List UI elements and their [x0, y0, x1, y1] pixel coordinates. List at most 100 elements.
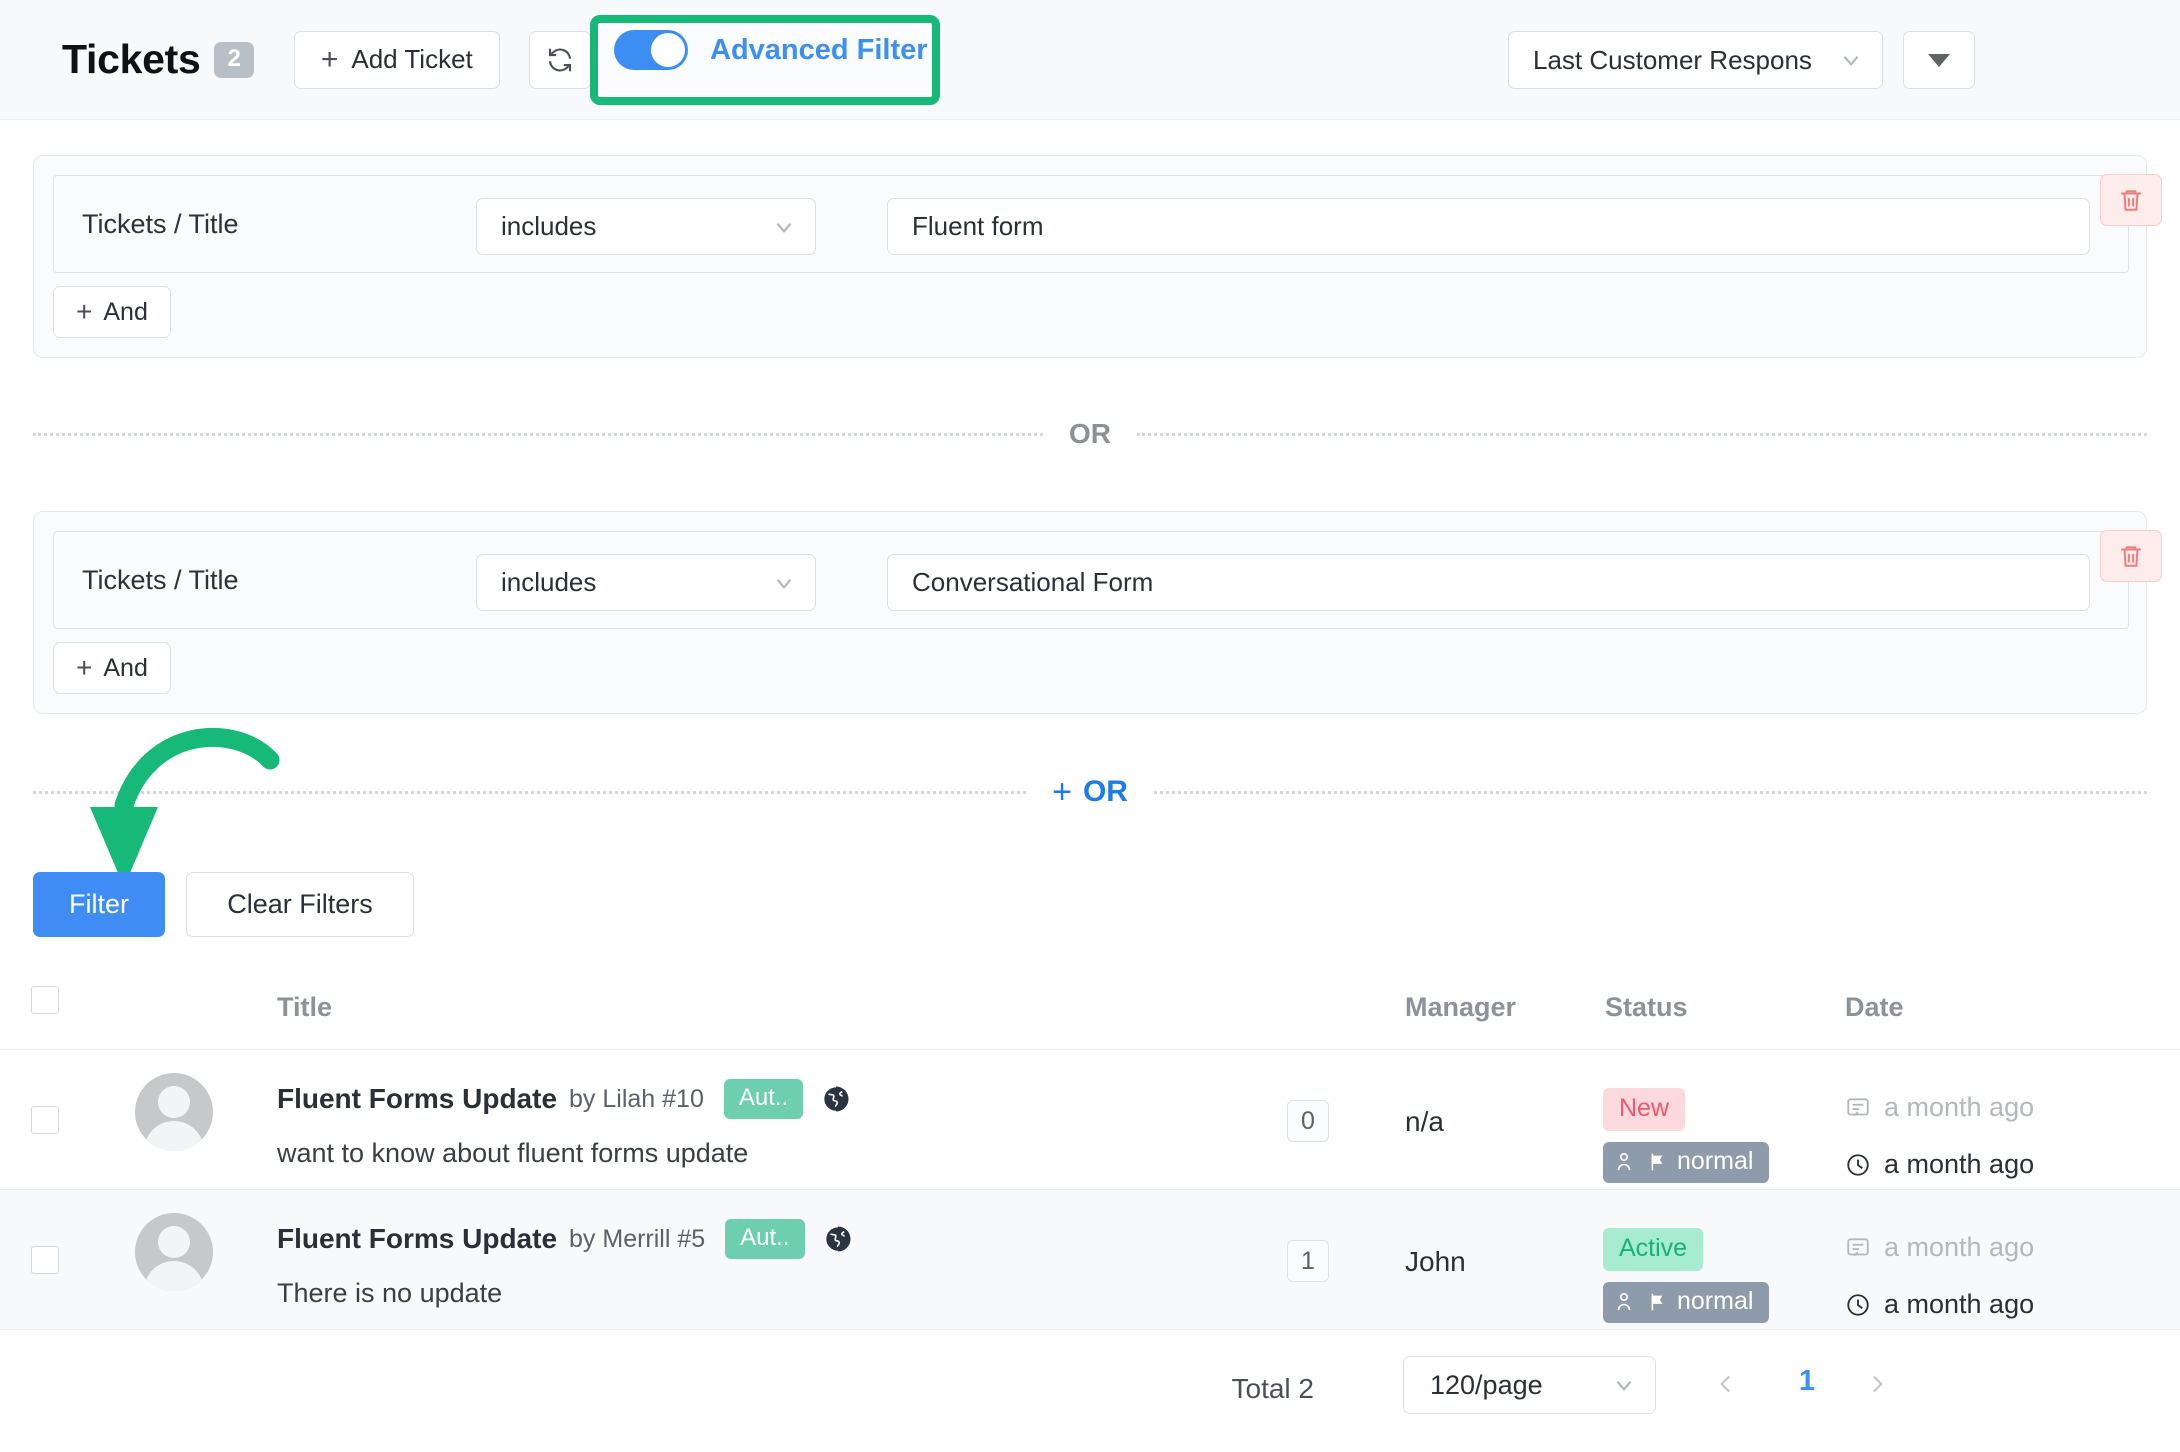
ticket-title-link[interactable]: Fluent Forms Update: [277, 1083, 557, 1115]
chevron-down-icon: [776, 578, 792, 589]
refresh-icon: [548, 48, 571, 71]
avatar-head: [158, 1086, 190, 1118]
person-icon: [1617, 1152, 1631, 1170]
globe-icon: [821, 1084, 851, 1114]
advanced-filter-label: Advanced Filter: [710, 33, 928, 66]
select-all-checkbox[interactable]: [31, 986, 59, 1014]
column-header-manager: Manager: [1405, 992, 1517, 1022]
chevron-down-icon: [776, 222, 792, 233]
add-ticket-label: Add Ticket: [351, 44, 473, 74]
add-or-group-divider: + OR: [33, 772, 2148, 812]
per-page-value: 120/page: [1430, 1369, 1543, 1400]
ticket-updated-date: a month ago: [1845, 1289, 2034, 1320]
clock-icon: [1847, 1293, 1869, 1316]
row-title-line: Fluent Forms Update by Merrill #5 Aut..: [277, 1219, 853, 1259]
total-count-label: Total 2: [1231, 1373, 1315, 1404]
ticket-manager: n/a: [1405, 1106, 1444, 1137]
or-label: OR: [1069, 418, 1111, 449]
sort-order-button[interactable]: [1903, 31, 1975, 89]
next-page-button[interactable]: [1864, 1369, 1890, 1404]
ticket-count-badge: 2: [214, 41, 254, 78]
row-checkbox[interactable]: [31, 1106, 59, 1134]
add-and-condition-button[interactable]: + And: [53, 286, 171, 338]
ticket-created-date: a month ago: [1845, 1232, 2034, 1263]
reply-count-badge: 0: [1287, 1100, 1329, 1142]
priority-label: normal: [1677, 1287, 1754, 1315]
row-checkbox[interactable]: [31, 1246, 59, 1274]
avatar: [135, 1073, 213, 1151]
divider-line-right: [1153, 790, 2148, 794]
avatar-body: [144, 1121, 204, 1151]
chevron-down-icon: [1616, 1381, 1632, 1391]
refresh-button[interactable]: [528, 30, 591, 89]
row-title-line: Fluent Forms Update by Lilah #10 Aut..: [277, 1079, 851, 1119]
ticket-author: by Lilah #10: [569, 1084, 704, 1113]
chevron-right-icon: [1872, 1375, 1883, 1393]
add-or-group-button[interactable]: + OR: [1026, 775, 1154, 809]
ticket-manager: John: [1405, 1246, 1466, 1277]
status-badge: Active: [1603, 1228, 1704, 1271]
table-header: Title Manager Status Date: [0, 962, 2180, 1050]
advanced-filter-toggle-group[interactable]: Advanced Filter: [614, 30, 928, 70]
advanced-filter-switch[interactable]: [614, 30, 688, 70]
divider-line-left: [33, 790, 1027, 794]
filter-operator-value: includes: [501, 211, 597, 241]
filter-value-input[interactable]: Fluent form: [887, 198, 2090, 255]
reply-count-badge: 1: [1287, 1240, 1329, 1282]
person-icon: [1617, 1292, 1631, 1310]
table-footer: Total 2 120/page 1: [0, 1335, 2180, 1452]
table-row[interactable]: Fluent Forms Update by Merrill #5 Aut.. …: [0, 1190, 2180, 1330]
filter-row: Tickets / Title includes Conversational …: [53, 531, 2129, 629]
ticket-title-link[interactable]: Fluent Forms Update: [277, 1223, 557, 1255]
updated-date-label: a month ago: [1884, 1289, 2035, 1319]
delete-filter-row-button-1[interactable]: [2100, 174, 2162, 226]
or-divider: OR: [33, 414, 2147, 454]
filter-group-1: Tickets / Title includes Fluent form + A…: [33, 155, 2147, 358]
ticket-author: by Merrill #5: [569, 1224, 706, 1253]
flag-icon: [1651, 1293, 1663, 1310]
comment-icon: [1847, 1097, 1869, 1116]
caret-down-icon: [1928, 53, 1950, 67]
filter-field-label: Tickets / Title: [82, 208, 239, 239]
filter-operator-select[interactable]: includes: [476, 554, 816, 611]
filter-field-label: Tickets / Title: [82, 564, 239, 595]
and-label: And: [103, 297, 148, 326]
flag-icon: [1651, 1153, 1663, 1170]
filter-operator-value: includes: [501, 567, 597, 597]
apply-filter-button[interactable]: Filter: [33, 872, 165, 937]
updated-date-label: a month ago: [1884, 1149, 2035, 1179]
per-page-select[interactable]: 120/page: [1403, 1356, 1656, 1414]
created-date-label: a month ago: [1884, 1232, 2035, 1262]
filter-operator-select[interactable]: includes: [476, 198, 816, 255]
ticket-subtitle: There is no update: [277, 1278, 503, 1308]
avatar-head: [158, 1226, 190, 1258]
clear-filters-button[interactable]: Clear Filters: [186, 872, 414, 937]
created-date-label: a month ago: [1884, 1092, 2035, 1122]
trash-icon: [2121, 546, 2141, 567]
add-ticket-button[interactable]: + Add Ticket: [293, 30, 500, 89]
add-and-condition-button[interactable]: + And: [53, 642, 171, 694]
table-row[interactable]: Fluent Forms Update by Lilah #10 Aut.. w…: [0, 1050, 2180, 1190]
plus-icon: +: [320, 42, 339, 76]
delete-filter-row-button-2[interactable]: [2100, 530, 2162, 582]
prev-page-button[interactable]: [1713, 1369, 1739, 1404]
and-label: And: [103, 653, 148, 682]
ticket-updated-date: a month ago: [1845, 1149, 2034, 1180]
chevron-down-icon: [1843, 56, 1859, 66]
ticket-tag-badge: Aut..: [723, 1079, 804, 1119]
divider-line-right: [1137, 432, 2147, 436]
avatar: [135, 1213, 213, 1291]
chevron-left-icon: [1720, 1375, 1731, 1393]
plus-icon: +: [1052, 773, 1072, 811]
switch-knob: [651, 33, 685, 67]
plus-icon: +: [76, 652, 93, 683]
avatar-body: [144, 1261, 204, 1291]
column-header-status: Status: [1605, 992, 1688, 1022]
globe-icon-svg: [824, 1225, 851, 1253]
sort-by-select[interactable]: Last Customer Respons: [1508, 31, 1883, 89]
page-number-1[interactable]: 1: [1799, 1365, 1815, 1398]
filter-value-input[interactable]: Conversational Form: [887, 554, 2090, 611]
priority-label: normal: [1677, 1147, 1754, 1175]
filter-group-2: Tickets / Title includes Conversational …: [33, 511, 2147, 714]
ticket-tag-badge: Aut..: [725, 1219, 805, 1259]
